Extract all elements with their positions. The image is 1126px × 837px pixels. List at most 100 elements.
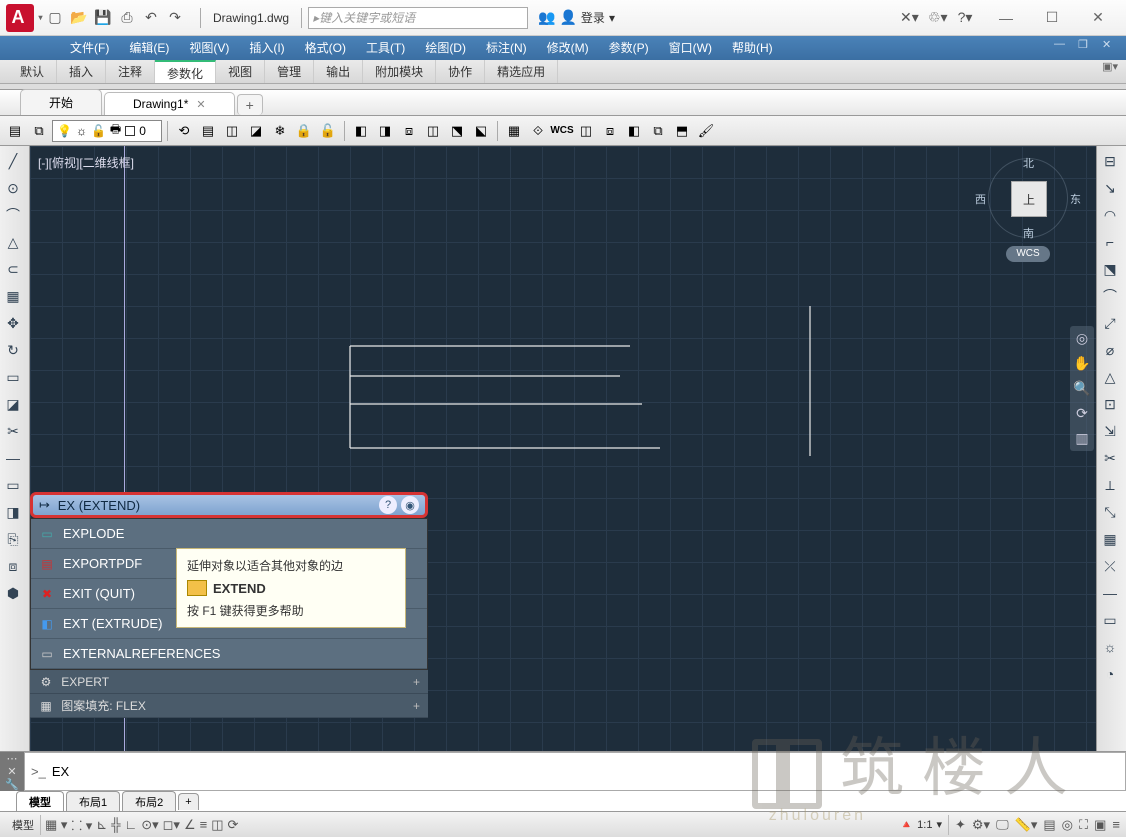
draw-tool-icon[interactable]: ✂: [0, 418, 26, 444]
layout-tab-2[interactable]: 布局2: [122, 791, 176, 812]
tab-add[interactable]: +: [237, 94, 263, 115]
modify-tool-icon[interactable]: ☼: [1097, 634, 1123, 660]
close-button[interactable]: ✕: [1076, 4, 1120, 32]
ribbon-tab[interactable]: 附加模块: [363, 60, 436, 83]
lineweight-icon[interactable]: ≡: [200, 817, 208, 832]
modify-tool-icon[interactable]: ⌐: [1097, 229, 1123, 255]
modify-tool-icon[interactable]: ◔: [1097, 661, 1123, 687]
ribbon-tab[interactable]: 插入: [57, 60, 106, 83]
exchange-icon[interactable]: ✕▾: [900, 9, 918, 26]
draw-tool-icon[interactable]: ↻: [0, 337, 26, 363]
prop-bylayer-icon[interactable]: ▦: [503, 120, 525, 142]
sysvar-flex[interactable]: ▦ 图案填充: FLEX+: [30, 694, 428, 718]
draw-tool-icon[interactable]: ◪: [0, 391, 26, 417]
ribbon-tab[interactable]: 管理: [265, 60, 314, 83]
modify-tool-icon[interactable]: ↘: [1097, 175, 1123, 201]
menu-item[interactable]: 视图(V): [179, 36, 239, 60]
mdi-close-icon[interactable]: ✕: [1102, 38, 1120, 56]
open-icon[interactable]: 📂: [68, 7, 90, 29]
help-icon[interactable]: ?▾: [956, 9, 974, 26]
pan-icon[interactable]: ✋: [1073, 355, 1090, 372]
tab-start[interactable]: 开始: [20, 89, 102, 115]
draw-tool-icon[interactable]: ⊙: [0, 175, 26, 201]
menu-item[interactable]: 修改(M): [537, 36, 599, 60]
autodesk-icon[interactable]: ♲▾: [928, 9, 946, 26]
command-input[interactable]: >_ EX: [24, 752, 1126, 791]
ribbon-tab[interactable]: 参数化: [155, 60, 216, 83]
layer-tool1-icon[interactable]: ◧: [350, 120, 372, 142]
menu-item[interactable]: 参数(P): [599, 36, 659, 60]
prop-tool2-icon[interactable]: ⧈: [599, 120, 621, 142]
draw-tool-icon[interactable]: ▭: [0, 472, 26, 498]
layer-tool4-icon[interactable]: ◫: [422, 120, 444, 142]
layout-tab-model[interactable]: 模型: [16, 791, 64, 812]
annotation-vis-icon[interactable]: ✦: [955, 817, 966, 833]
menu-item[interactable]: 格式(O): [295, 36, 356, 60]
modify-tool-icon[interactable]: ⤢: [1097, 310, 1123, 336]
modify-tool-icon[interactable]: ◠: [1097, 202, 1123, 228]
showmotion-icon[interactable]: ▥: [1075, 430, 1088, 447]
prop-tool3-icon[interactable]: ◧: [623, 120, 645, 142]
new-icon[interactable]: ▢: [44, 7, 66, 29]
search-input[interactable]: ▸ 键入关键字或短语: [308, 7, 528, 29]
brush-icon[interactable]: 🖌: [695, 120, 717, 142]
layer-combo-icon[interactable]: ▤: [4, 120, 26, 142]
help-icon[interactable]: ?: [379, 496, 397, 514]
draw-tool-icon[interactable]: ◨: [0, 499, 26, 525]
modify-tool-icon[interactable]: ▦: [1097, 526, 1123, 552]
menu-item[interactable]: 插入(I): [239, 36, 294, 60]
autocomplete-item[interactable]: ▭EXPLODE: [31, 519, 427, 549]
draw-tool-icon[interactable]: ▭: [0, 364, 26, 390]
isolate-icon[interactable]: ◎: [1062, 817, 1073, 833]
cycling-icon[interactable]: ⟳: [228, 817, 239, 833]
command-palette-handle[interactable]: ⋯✕🔧: [0, 752, 24, 791]
layout-tab-1[interactable]: 布局1: [66, 791, 120, 812]
login-area[interactable]: 👥 👤 登录 ▾: [538, 9, 615, 26]
draw-tool-icon[interactable]: ⎘: [0, 526, 26, 552]
redo-icon[interactable]: ↷: [164, 7, 186, 29]
polar-icon[interactable]: ⊙▾: [141, 817, 158, 833]
otrack-icon[interactable]: ∠: [184, 817, 196, 833]
layer-dropdown[interactable]: 💡 ☼ 🔓 🖶 0: [52, 120, 162, 142]
modify-tool-icon[interactable]: ⊡: [1097, 391, 1123, 417]
sysvar-expert[interactable]: ⚙ EXPERT+: [30, 670, 428, 694]
app-logo[interactable]: A: [6, 4, 34, 32]
layer-lock-icon[interactable]: 🔒: [293, 120, 315, 142]
layer-unlock-icon[interactable]: 🔓: [317, 120, 339, 142]
draw-tool-icon[interactable]: △: [0, 229, 26, 255]
autocomplete-item[interactable]: ▭EXTERNALREFERENCES: [31, 639, 427, 669]
ribbon-tab[interactable]: 注释: [106, 60, 155, 83]
snap-toggle-icon[interactable]: ⸬ ▾: [71, 816, 92, 834]
prop-match-icon[interactable]: ⟐: [527, 120, 549, 142]
layer-off-icon[interactable]: ◪: [245, 120, 267, 142]
tab-drawing1[interactable]: Drawing1* ✕: [104, 92, 235, 115]
ribbon-tab[interactable]: 视图: [216, 60, 265, 83]
monitor-icon[interactable]: 🖵: [996, 817, 1009, 833]
prop-tool5-icon[interactable]: ⬒: [671, 120, 693, 142]
viewcube[interactable]: 上 北 南 东 西 WCS: [988, 158, 1068, 258]
workspace-icon[interactable]: ⚙▾: [972, 817, 990, 833]
navigation-bar[interactable]: ◎ ✋ 🔍 ⟳ ▥: [1070, 326, 1094, 451]
ribbon-tab[interactable]: 精选应用: [485, 60, 558, 83]
modify-tool-icon[interactable]: ⌒: [1097, 283, 1123, 309]
layer-tool3-icon[interactable]: ⧈: [398, 120, 420, 142]
draw-tool-icon[interactable]: ╱: [0, 148, 26, 174]
layer-prev-icon[interactable]: ⟲: [173, 120, 195, 142]
modify-tool-icon[interactable]: ▭: [1097, 607, 1123, 633]
menu-item[interactable]: 窗口(W): [659, 36, 722, 60]
ribbon-tab[interactable]: 输出: [314, 60, 363, 83]
prop-tool4-icon[interactable]: ⧉: [647, 120, 669, 142]
ortho-icon[interactable]: ∟: [124, 817, 137, 832]
draw-tool-icon[interactable]: ⌒: [0, 202, 26, 228]
menu-item[interactable]: 帮助(H): [722, 36, 783, 60]
saveas-icon[interactable]: ⎙: [116, 7, 138, 29]
orbit-icon[interactable]: ⟳: [1076, 405, 1088, 422]
ucs-icon[interactable]: WCS: [551, 120, 573, 142]
draw-tool-icon[interactable]: ⬢: [0, 580, 26, 606]
modify-tool-icon[interactable]: ⬔: [1097, 256, 1123, 282]
status-model[interactable]: 模型: [6, 815, 41, 835]
layer-tool5-icon[interactable]: ⬔: [446, 120, 468, 142]
draw-tool-icon[interactable]: ⊂: [0, 256, 26, 282]
modify-tool-icon[interactable]: ⇲: [1097, 418, 1123, 444]
draw-tool-icon[interactable]: ✥: [0, 310, 26, 336]
